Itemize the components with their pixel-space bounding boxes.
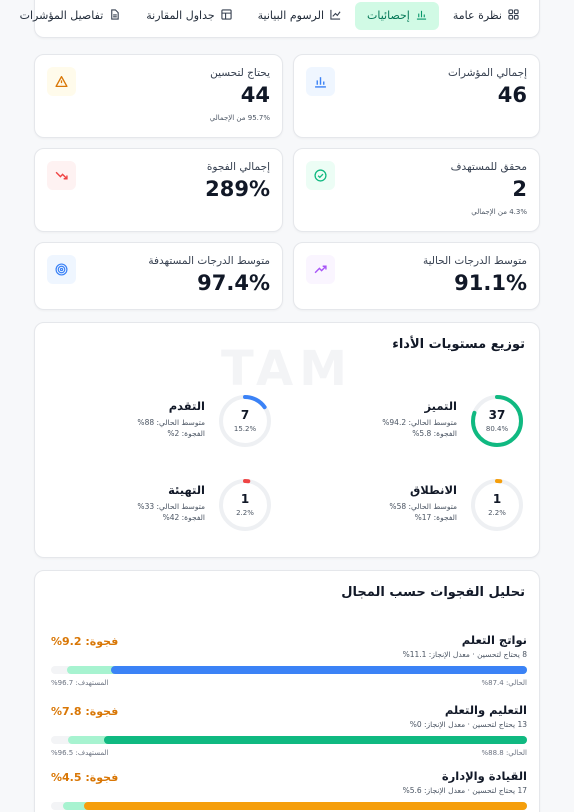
- bar-chart-icon: [416, 9, 427, 23]
- stat-value: 46: [497, 83, 527, 107]
- grid-icon: [508, 8, 519, 23]
- domain-sub: 17 يحتاج لتحسين · معدل الإنجاز: 5.6%: [402, 786, 527, 795]
- level-percent: 80.4%: [485, 425, 509, 433]
- level-current: متوسط الحالي: 94.2%: [382, 418, 457, 427]
- domain-name: القيادة والإدارة: [441, 769, 527, 783]
- current-label: الحالي: 88.8%: [481, 749, 527, 757]
- stat-achieved-target: محقق للمستهدف 2 4.3% من الإجمالي: [293, 148, 540, 232]
- level-percent: 2.2%: [488, 509, 506, 517]
- current-bar: [110, 666, 527, 674]
- stat-value: 289%: [205, 177, 270, 201]
- domain-row: نواتج التعلم 8 يحتاج لتحسين · معدل الإنج…: [51, 633, 527, 703]
- domain-row: التعليم والتعلم 13 يحتاج لتحسين · معدل ا…: [51, 703, 527, 773]
- level-name: التهيئة: [168, 483, 205, 497]
- tab-label: نظرة عامة: [452, 9, 502, 22]
- progress-track: [51, 802, 527, 810]
- tab-label: تفاصيل المؤشرات: [19, 9, 104, 22]
- progress-ring: 7 15.2%: [217, 393, 273, 449]
- level-gap: الفجوة: 5.8%: [412, 429, 457, 438]
- gap-analysis-card: تحليل الفجوات حسب المجال نواتج التعلم 8 …: [34, 570, 540, 812]
- level-count: 1: [492, 492, 502, 506]
- current-label: الحالي: 87.4%: [481, 679, 527, 687]
- target-label: المستهدف: 96.7%: [51, 679, 109, 687]
- level-current: متوسط الحالي: 33%: [137, 502, 205, 511]
- tab-statistics[interactable]: إحصائيات: [355, 1, 439, 30]
- level-name: التقدم: [168, 399, 205, 413]
- level-launch: 1 2.2% الانطلاق متوسط الحالي: 58% الفجوة…: [285, 477, 525, 547]
- progress-track: [51, 736, 527, 744]
- stat-value: 44: [240, 83, 270, 107]
- level-progress: 7 15.2% التقدم متوسط الحالي: 88% الفجوة:…: [33, 393, 273, 463]
- level-percent: 2.2%: [236, 509, 254, 517]
- stat-value: 2: [512, 177, 527, 201]
- tab-overview[interactable]: نظرة عامة: [441, 2, 531, 30]
- performance-distribution-card: TAM توزيع مستويات الأداء 37 80.4% التميز…: [34, 322, 540, 558]
- document-icon: [109, 8, 120, 23]
- tab-comparison[interactable]: جداول المقارنة: [134, 2, 243, 30]
- domain-gap: فجوة: 4.5%: [51, 771, 119, 784]
- domain-row: القيادة والإدارة 17 يحتاج لتحسين · معدل …: [51, 769, 527, 812]
- target-icon: [47, 255, 76, 284]
- stat-sub: 95.7% من الإجمالي: [209, 114, 270, 122]
- bar-chart-icon: [306, 67, 335, 96]
- trending-down-icon: [47, 161, 76, 190]
- warning-icon: [47, 67, 76, 96]
- progress-ring: 37 80.4%: [469, 393, 525, 449]
- line-chart-icon: [330, 9, 341, 23]
- table-icon: [221, 8, 232, 23]
- stat-label: متوسط الدرجات المستهدفة: [148, 255, 270, 267]
- domain-gap: فجوة: 7.8%: [51, 705, 119, 718]
- domain-sub: 13 يحتاج لتحسين · معدل الإنجاز: 0%: [409, 720, 527, 729]
- level-gap: الفجوة: 42%: [162, 513, 205, 522]
- tab-charts[interactable]: الرسوم البيانية: [246, 2, 353, 30]
- tabs-bar: نظرة عامة إحصائيات الرسوم البيانية جداول…: [20, 0, 540, 38]
- trending-up-icon: [306, 255, 335, 284]
- stat-label: يحتاج لتحسين: [210, 67, 270, 79]
- level-gap: الفجوة: 17%: [414, 513, 457, 522]
- stat-avg-target: متوسط الدرجات المستهدفة 97.4%: [34, 242, 283, 310]
- level-current: متوسط الحالي: 58%: [389, 502, 457, 511]
- tab-label: الرسوم البيانية: [257, 9, 325, 22]
- tab-label: إحصائيات: [367, 9, 410, 22]
- level-percent: 15.2%: [233, 425, 257, 433]
- stat-total-indicators: إجمالي المؤشرات 46: [293, 54, 540, 138]
- domain-sub: 8 يحتاج لتحسين · معدل الإنجاز: 11.1%: [402, 650, 527, 659]
- progress-track: [51, 666, 527, 674]
- stat-label: إجمالي المؤشرات: [448, 67, 527, 79]
- level-gap: الفجوة: 2%: [167, 429, 205, 438]
- level-name: التميز: [424, 399, 457, 413]
- domain-name: التعليم والتعلم: [444, 703, 527, 717]
- level-name: الانطلاق: [409, 483, 457, 497]
- stat-avg-current: متوسط الدرجات الحالية 91.1%: [293, 242, 540, 310]
- progress-ring: 1 2.2%: [469, 477, 525, 533]
- tab-label: جداول المقارنة: [146, 9, 215, 22]
- target-label: المستهدف: 96.5%: [51, 749, 109, 757]
- domain-gap: فجوة: 9.2%: [51, 635, 119, 648]
- progress-ring: 1 2.2%: [217, 477, 273, 533]
- level-count: 37: [488, 408, 506, 422]
- level-preparation: 1 2.2% التهيئة متوسط الحالي: 33% الفجوة:…: [33, 477, 273, 547]
- stat-label: محقق للمستهدف: [450, 161, 527, 173]
- stat-needs-improvement: يحتاج لتحسين 44 95.7% من الإجمالي: [34, 54, 283, 138]
- stat-label: متوسط الدرجات الحالية: [422, 255, 527, 267]
- stat-total-gap: إجمالي الفجوة 289%: [34, 148, 283, 232]
- section-title: توزيع مستويات الأداء: [392, 337, 525, 352]
- tab-details[interactable]: تفاصيل المؤشرات: [8, 2, 133, 30]
- section-title: تحليل الفجوات حسب المجال: [341, 585, 525, 600]
- level-count: 1: [240, 492, 250, 506]
- level-count: 7: [240, 408, 250, 422]
- stat-value: 97.4%: [197, 271, 270, 295]
- stat-sub: 4.3% من الإجمالي: [471, 208, 527, 216]
- level-excellence: 37 80.4% التميز متوسط الحالي: 94.2% الفج…: [285, 393, 525, 463]
- stat-label: إجمالي الفجوة: [206, 161, 270, 173]
- domain-name: نواتج التعلم: [461, 633, 527, 647]
- stat-value: 91.1%: [454, 271, 527, 295]
- current-bar: [104, 736, 527, 744]
- current-bar: [84, 802, 527, 810]
- level-current: متوسط الحالي: 88%: [137, 418, 205, 427]
- check-circle-icon: [306, 161, 335, 190]
